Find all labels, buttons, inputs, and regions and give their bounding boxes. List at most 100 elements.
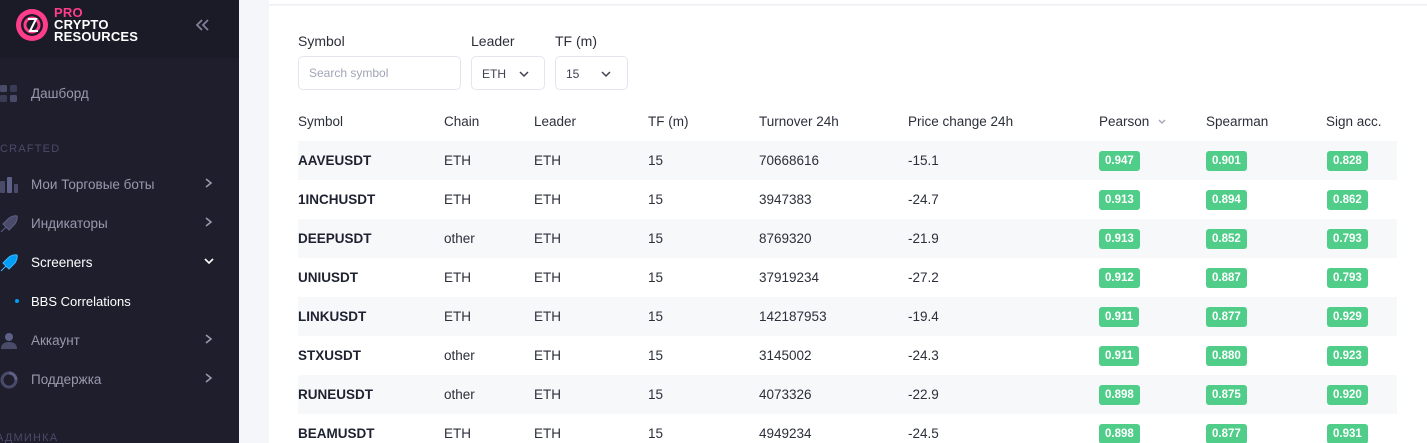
table-row[interactable]: 1INCHUSDT ETH ETH 15 3947383 -24.7 0.913 0.894 0… — [298, 180, 1397, 219]
cell-price-change: -22.9 — [908, 387, 939, 402]
badge-pearson: 0.913 — [1099, 229, 1140, 249]
rocket-icon — [0, 254, 18, 272]
cell-leader: ETH — [534, 270, 561, 285]
chevron-right-icon — [205, 334, 213, 344]
table-row[interactable]: STXUSDT other ETH 15 3145002 -24.3 0.911 0.880 0… — [298, 336, 1397, 375]
sidebar-item-screeners[interactable]: Screeners — [0, 243, 239, 281]
badge-pearson: 0.911 — [1099, 346, 1140, 366]
cell-turnover: 4073326 — [759, 387, 812, 402]
collapse-sidebar-icon[interactable] — [193, 16, 211, 34]
column-header-symbol[interactable]: Symbol — [298, 114, 343, 129]
sidebar-item-label: Индикаторы — [31, 216, 108, 231]
leader-filter-label: Leader — [471, 33, 515, 49]
chevron-right-icon — [205, 217, 213, 227]
badge-spearman: 0.877 — [1206, 424, 1247, 443]
leader-select[interactable]: ETH — [471, 56, 545, 90]
cell-turnover: 37919234 — [759, 270, 820, 285]
cell-symbol: 1INCHUSDT — [298, 192, 376, 207]
sidebar: PRO CRYPTO RESOURCES Дашборд CRAFTED Мои… — [0, 0, 239, 443]
cell-tf: 15 — [648, 426, 664, 441]
cell-tf: 15 — [648, 153, 664, 168]
table-row[interactable]: DEEPUSDT other ETH 15 8769320 -21.9 0.913 0.852… — [298, 219, 1397, 258]
cell-turnover: 70668616 — [759, 153, 820, 168]
cell-price-change: -15.1 — [908, 153, 939, 168]
search-symbol-input[interactable] — [298, 56, 461, 90]
cell-chain: ETH — [444, 153, 471, 168]
chevron-down-icon — [204, 258, 214, 265]
cell-leader: ETH — [534, 348, 561, 363]
cell-symbol: UNIUSDT — [298, 270, 358, 285]
column-header-chain[interactable]: Chain — [444, 114, 479, 129]
cell-turnover: 3947383 — [759, 192, 812, 207]
badge-spearman: 0.875 — [1206, 385, 1247, 405]
cell-leader: ETH — [534, 426, 561, 441]
badge-sign-acc: 0.793 — [1327, 268, 1368, 288]
dashboard-icon — [0, 85, 17, 102]
cell-leader: ETH — [534, 231, 561, 246]
tf-select[interactable]: 15 — [555, 56, 628, 90]
badge-spearman: 0.901 — [1206, 151, 1247, 171]
column-header-spearman[interactable]: Spearman — [1206, 114, 1268, 129]
sidebar-subitem-label: BBS Correlations — [31, 294, 131, 309]
cell-turnover: 8769320 — [759, 231, 812, 246]
sidebar-item-label: Поддержка — [31, 372, 102, 387]
badge-spearman: 0.894 — [1206, 190, 1247, 210]
sidebar-item-dashboard[interactable]: Дашборд — [0, 74, 239, 112]
cell-leader: ETH — [534, 192, 561, 207]
symbol-filter-label: Symbol — [298, 33, 345, 49]
chevron-right-icon — [205, 178, 213, 188]
sidebar-item-indicators[interactable]: Индикаторы — [0, 204, 239, 242]
table-row[interactable]: AAVEUSDT ETH ETH 15 70668616 -15.1 0.947 0.901 0… — [298, 141, 1397, 180]
cell-tf: 15 — [648, 348, 664, 363]
badge-pearson: 0.898 — [1099, 424, 1140, 443]
bots-icon — [0, 177, 18, 193]
sidebar-subitem-bbs-correlations[interactable]: BBS Correlations — [0, 286, 239, 316]
column-header-turnover[interactable]: Turnover 24h — [759, 114, 839, 129]
badge-pearson: 0.911 — [1099, 307, 1140, 327]
sidebar-item-label: Мои Торговые боты — [31, 177, 155, 192]
badge-sign-acc: 0.929 — [1327, 307, 1368, 327]
column-header-sign-acc[interactable]: Sign acc. — [1326, 114, 1382, 129]
badge-sign-acc: 0.793 — [1327, 229, 1368, 249]
column-header-leader[interactable]: Leader — [534, 114, 576, 129]
table-row[interactable]: BEAMUSDT ETH ETH 15 4949234 -24.5 0.898 0.877 0.… — [298, 414, 1397, 443]
chevron-down-icon — [601, 71, 611, 78]
cell-chain: other — [444, 231, 475, 246]
brand-line-3: RESOURCES — [54, 29, 139, 44]
leader-select-value: ETH — [482, 67, 506, 81]
column-header-pearson[interactable]: Pearson — [1099, 114, 1167, 129]
sort-desc-icon — [1158, 119, 1166, 125]
column-header-tf[interactable]: TF (m) — [648, 114, 688, 129]
user-icon — [1, 333, 17, 349]
sidebar-item-account[interactable]: Аккаунт — [0, 321, 239, 359]
cell-symbol: LINKUSDT — [298, 309, 367, 324]
cell-chain: ETH — [444, 192, 471, 207]
table-row[interactable]: LINKUSDT ETH ETH 15 142187953 -19.4 0.911 0.877… — [298, 297, 1397, 336]
table-row[interactable]: UNIUSDT ETH ETH 15 37919234 -27.2 0.912 0.887 0.… — [298, 258, 1397, 297]
cell-price-change: -24.7 — [908, 192, 939, 207]
cell-price-change: -21.9 — [908, 231, 939, 246]
cell-chain: ETH — [444, 309, 471, 324]
cell-tf: 15 — [648, 309, 664, 324]
active-dot — [15, 299, 19, 303]
badge-sign-acc: 0.862 — [1327, 190, 1368, 210]
badge-sign-acc: 0.931 — [1327, 424, 1368, 443]
logo-block: PRO CRYPTO RESOURCES — [0, 0, 239, 58]
table-row[interactable]: RUNEUSDT other ETH 15 4073326 -22.9 0.898 0.875… — [298, 375, 1397, 414]
main-content: Symbol Leader ETH TF (m) 15 Symbol Chain… — [239, 0, 1427, 443]
cell-tf: 15 — [648, 231, 664, 246]
column-header-price-change[interactable]: Price change 24h — [908, 114, 1013, 129]
section-label-crafted: CRAFTED — [0, 143, 61, 155]
chevron-right-icon — [205, 373, 213, 383]
cell-turnover: 3145002 — [759, 348, 812, 363]
badge-sign-acc: 0.920 — [1327, 385, 1368, 405]
cell-tf: 15 — [648, 192, 664, 207]
badge-sign-acc: 0.828 — [1327, 151, 1368, 171]
sidebar-item-trading-bots[interactable]: Мои Торговые боты — [0, 165, 239, 203]
cell-symbol: RUNEUSDT — [298, 387, 374, 402]
cell-turnover: 4949234 — [759, 426, 812, 441]
brand-logo-icon[interactable] — [14, 7, 50, 43]
cell-chain: ETH — [444, 270, 471, 285]
sidebar-item-support[interactable]: Поддержка — [0, 360, 239, 398]
badge-sign-acc: 0.923 — [1327, 346, 1368, 366]
